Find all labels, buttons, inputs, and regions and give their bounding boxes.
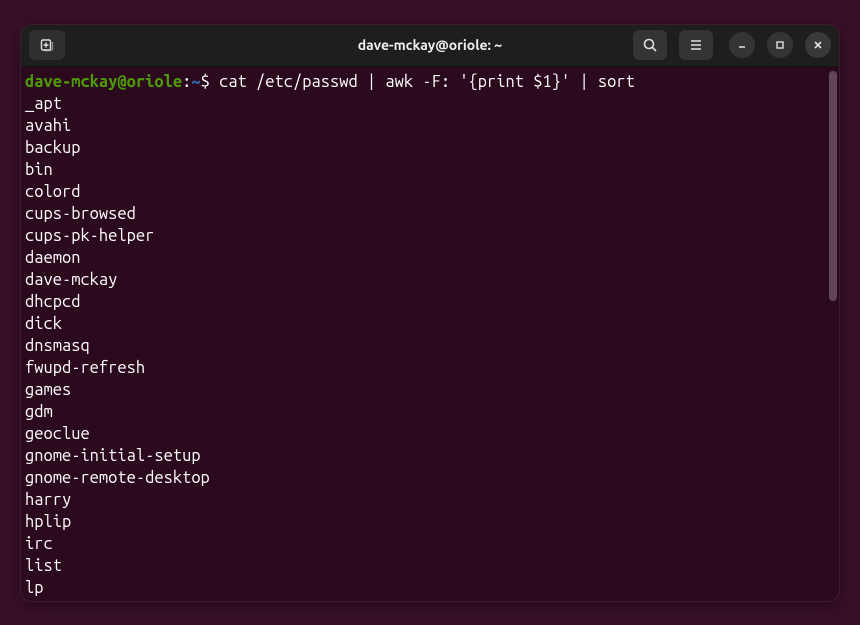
prompt-user-host: dave-mckay@oriole [25,73,182,91]
minimize-button[interactable] [729,32,755,58]
titlebar: dave-mckay@oriole: ~ [21,25,839,67]
command-text: cat /etc/passwd | awk -F: '{print $1}' |… [210,73,635,91]
minimize-icon [737,40,747,50]
window-title: dave-mckay@oriole: ~ [358,37,502,53]
maximize-button[interactable] [767,32,793,58]
close-button[interactable] [805,32,831,58]
search-icon [642,37,658,53]
output-lines: _apt avahi backup bin colord cups-browse… [25,93,835,599]
close-icon [813,40,823,50]
new-tab-icon [39,37,55,53]
terminal-body[interactable]: dave-mckay@oriole:~$ cat /etc/passwd | a… [21,67,839,601]
prompt-dollar: $ [201,73,210,91]
titlebar-right [633,30,831,60]
hamburger-icon [688,37,704,53]
new-tab-button[interactable] [29,30,65,60]
prompt-colon: : [182,73,191,91]
scrollbar-thumb[interactable] [829,71,837,301]
search-button[interactable] [633,30,667,60]
menu-button[interactable] [679,30,713,60]
terminal-content: dave-mckay@oriole:~$ cat /etc/passwd | a… [25,71,835,599]
titlebar-left [29,30,65,60]
terminal-window: dave-mckay@oriole: ~ [20,24,840,602]
maximize-icon [775,40,785,50]
window-controls [729,32,831,58]
prompt-path: ~ [191,73,200,91]
